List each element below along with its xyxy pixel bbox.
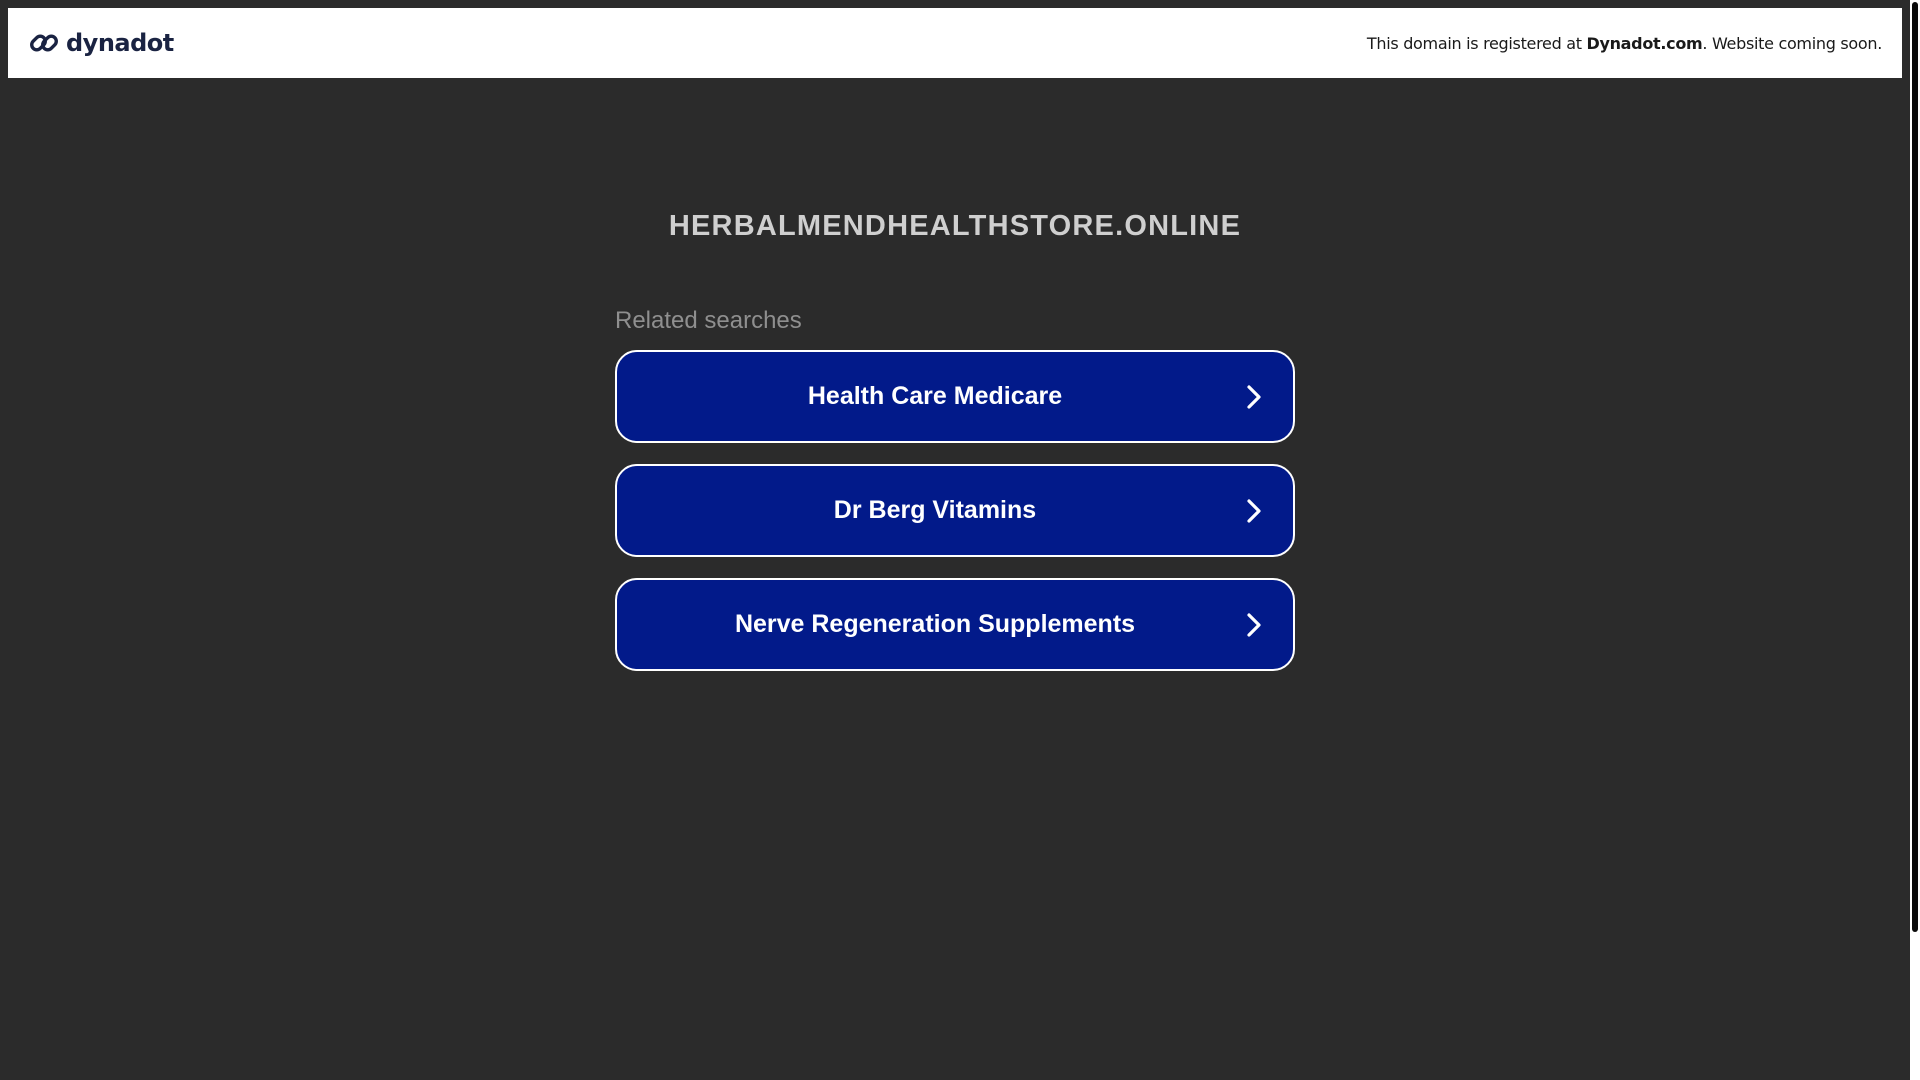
- related-link-label: Health Care Medicare: [807, 382, 1063, 410]
- top-bar: dynadot This domain is registered at Dyn…: [8, 8, 1902, 78]
- chevron-right-icon: [1247, 498, 1261, 523]
- chevron-right-icon: [1247, 384, 1261, 409]
- related-searches: Related searches Health Care Medicare Dr…: [615, 307, 1295, 692]
- dynadot-link[interactable]: Dynadot.com: [1586, 34, 1702, 53]
- related-link-button[interactable]: Dr Berg Vitamins: [615, 464, 1295, 557]
- notice-suffix: . Website coming soon.: [1702, 33, 1882, 53]
- vertical-scrollbar[interactable]: [1910, 0, 1920, 1080]
- related-link-button[interactable]: Nerve Regeneration Supplements: [615, 578, 1295, 671]
- domain-title: HERBALMENDHEALTHSTORE.ONLINE: [668, 210, 1242, 242]
- scrollbar-thumb[interactable]: [1912, 2, 1918, 932]
- chain-link-icon: [28, 27, 60, 59]
- dynadot-logo[interactable]: dynadot: [28, 27, 174, 59]
- related-searches-label: Related searches: [615, 307, 802, 334]
- notice-prefix: This domain is registered at: [1366, 33, 1587, 53]
- chevron-right-icon: [1247, 612, 1261, 637]
- brand-name: dynadot: [66, 29, 174, 57]
- related-link-label: Nerve Regeneration Supplements: [734, 610, 1136, 638]
- page: dynadot This domain is registered at Dyn…: [0, 0, 1920, 1080]
- related-link-button[interactable]: Health Care Medicare: [615, 350, 1295, 443]
- related-link-label: Dr Berg Vitamins: [833, 496, 1037, 524]
- registration-notice: This domain is registered at Dynadot.com…: [1367, 34, 1882, 53]
